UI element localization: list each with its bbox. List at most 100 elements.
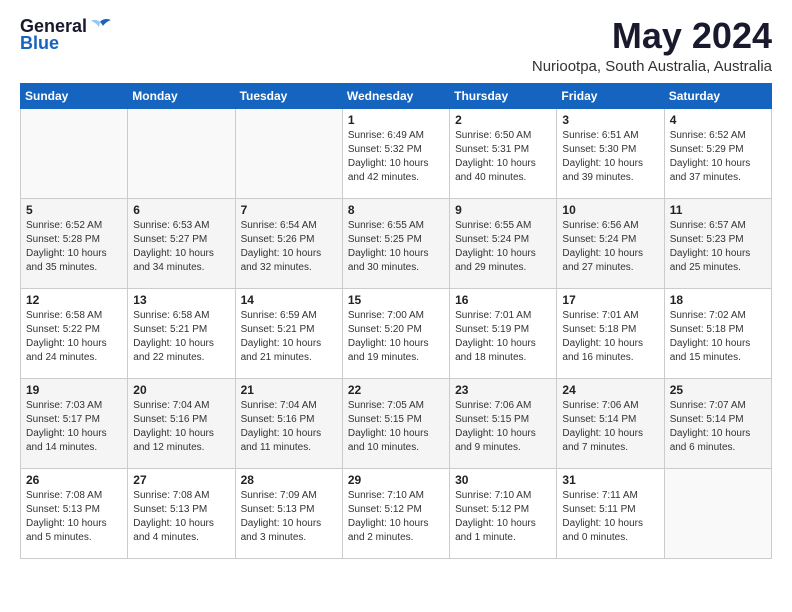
calendar-cell: 9Sunrise: 6:55 AM Sunset: 5:24 PM Daylig… xyxy=(450,198,557,288)
cell-daylight-info: Sunrise: 7:08 AM Sunset: 5:13 PM Dayligh… xyxy=(133,489,229,545)
day-number: 9 xyxy=(455,203,551,217)
calendar-cell: 27 Sunrise: 7:08 AM Sunset: 5:13 PM Dayli… xyxy=(128,468,235,558)
cell-daylight-info: Sunrise: 6:56 AM Sunset: 5:24 PM Dayligh… xyxy=(562,219,658,275)
day-number: 16 xyxy=(455,293,551,307)
day-header-sunday: Sunday xyxy=(21,83,128,108)
calendar-cell xyxy=(21,108,128,198)
cell-daylight-info: Sunrise: 6:50 AM Sunset: 5:31 PM Dayligh… xyxy=(455,129,551,185)
cell-daylight-info: Sunrise: 7:03 AM Sunset: 5:17 PM Dayligh… xyxy=(26,399,122,455)
cell-daylight-info: Sunrise: 7:10 AM Sunset: 5:12 PM Dayligh… xyxy=(455,489,551,545)
calendar-cell: 17 Sunrise: 7:01 AM Sunset: 5:18 PM Dayli… xyxy=(557,288,664,378)
day-number: 4 xyxy=(670,113,766,127)
calendar-cell: 1 Sunrise: 6:49 AM Sunset: 5:32 PM Daylig… xyxy=(342,108,449,198)
calendar-cell: 4 Sunrise: 6:52 AM Sunset: 5:29 PM Daylig… xyxy=(664,108,771,198)
calendar-week-row: 1 Sunrise: 6:49 AM Sunset: 5:32 PM Daylig… xyxy=(21,108,772,198)
day-number: 12 xyxy=(26,293,122,307)
day-number: 28 xyxy=(241,473,337,487)
day-number: 2 xyxy=(455,113,551,127)
day-header-wednesday: Wednesday xyxy=(342,83,449,108)
calendar-cell xyxy=(235,108,342,198)
day-number: 27 xyxy=(133,473,229,487)
cell-daylight-info: Sunrise: 7:00 AM Sunset: 5:20 PM Dayligh… xyxy=(348,309,444,365)
day-number: 13 xyxy=(133,293,229,307)
calendar-cell: 22Sunrise: 7:05 AM Sunset: 5:15 PM Dayli… xyxy=(342,378,449,468)
month-year-title: May 2024 xyxy=(532,16,772,56)
cell-daylight-info: Sunrise: 6:57 AM Sunset: 5:23 PM Dayligh… xyxy=(670,219,766,275)
calendar-cell: 15Sunrise: 7:00 AM Sunset: 5:20 PM Dayli… xyxy=(342,288,449,378)
day-number: 30 xyxy=(455,473,551,487)
calendar-cell: 31 Sunrise: 7:11 AM Sunset: 5:11 PM Dayli… xyxy=(557,468,664,558)
calendar-cell: 29 Sunrise: 7:10 AM Sunset: 5:12 PM Dayli… xyxy=(342,468,449,558)
day-number: 8 xyxy=(348,203,444,217)
cell-daylight-info: Sunrise: 7:11 AM Sunset: 5:11 PM Dayligh… xyxy=(562,489,658,545)
cell-daylight-info: Sunrise: 7:06 AM Sunset: 5:15 PM Dayligh… xyxy=(455,399,551,455)
logo: General Blue xyxy=(20,16,111,54)
calendar-cell: 8 Sunrise: 6:55 AM Sunset: 5:25 PM Daylig… xyxy=(342,198,449,288)
calendar-cell: 30 Sunrise: 7:10 AM Sunset: 5:12 PM Dayli… xyxy=(450,468,557,558)
day-header-tuesday: Tuesday xyxy=(235,83,342,108)
calendar-cell: 26 Sunrise: 7:08 AM Sunset: 5:13 PM Dayli… xyxy=(21,468,128,558)
day-number: 17 xyxy=(562,293,658,307)
calendar-cell: 5 Sunrise: 6:52 AM Sunset: 5:28 PM Daylig… xyxy=(21,198,128,288)
calendar-cell: 24 Sunrise: 7:06 AM Sunset: 5:14 PM Dayli… xyxy=(557,378,664,468)
day-number: 25 xyxy=(670,383,766,397)
cell-daylight-info: Sunrise: 7:04 AM Sunset: 5:16 PM Dayligh… xyxy=(133,399,229,455)
cell-daylight-info: Sunrise: 7:04 AM Sunset: 5:16 PM Dayligh… xyxy=(241,399,337,455)
cell-daylight-info: Sunrise: 7:06 AM Sunset: 5:14 PM Dayligh… xyxy=(562,399,658,455)
day-header-saturday: Saturday xyxy=(664,83,771,108)
calendar-cell: 2 Sunrise: 6:50 AM Sunset: 5:31 PM Daylig… xyxy=(450,108,557,198)
calendar-table: SundayMondayTuesdayWednesdayThursdayFrid… xyxy=(20,83,772,559)
cell-daylight-info: Sunrise: 7:05 AM Sunset: 5:15 PM Dayligh… xyxy=(348,399,444,455)
calendar-cell: 19 Sunrise: 7:03 AM Sunset: 5:17 PM Dayli… xyxy=(21,378,128,468)
cell-daylight-info: Sunrise: 6:52 AM Sunset: 5:28 PM Dayligh… xyxy=(26,219,122,275)
cell-daylight-info: Sunrise: 6:59 AM Sunset: 5:21 PM Dayligh… xyxy=(241,309,337,365)
day-number: 18 xyxy=(670,293,766,307)
day-number: 19 xyxy=(26,383,122,397)
calendar-cell: 14Sunrise: 6:59 AM Sunset: 5:21 PM Dayli… xyxy=(235,288,342,378)
calendar-week-row: 19 Sunrise: 7:03 AM Sunset: 5:17 PM Dayli… xyxy=(21,378,772,468)
day-number: 10 xyxy=(562,203,658,217)
calendar-week-row: 12 Sunrise: 6:58 AM Sunset: 5:22 PM Dayli… xyxy=(21,288,772,378)
calendar-week-row: 26 Sunrise: 7:08 AM Sunset: 5:13 PM Dayli… xyxy=(21,468,772,558)
day-header-friday: Friday xyxy=(557,83,664,108)
day-number: 1 xyxy=(348,113,444,127)
cell-daylight-info: Sunrise: 7:01 AM Sunset: 5:18 PM Dayligh… xyxy=(562,309,658,365)
day-number: 31 xyxy=(562,473,658,487)
cell-daylight-info: Sunrise: 7:10 AM Sunset: 5:12 PM Dayligh… xyxy=(348,489,444,545)
cell-daylight-info: Sunrise: 7:02 AM Sunset: 5:18 PM Dayligh… xyxy=(670,309,766,365)
day-number: 23 xyxy=(455,383,551,397)
title-block: May 2024 Nuriootpa, South Australia, Aus… xyxy=(532,16,772,75)
calendar-cell: 25 Sunrise: 7:07 AM Sunset: 5:14 PM Dayli… xyxy=(664,378,771,468)
location-subtitle: Nuriootpa, South Australia, Australia xyxy=(532,58,772,75)
day-number: 5 xyxy=(26,203,122,217)
day-header-monday: Monday xyxy=(128,83,235,108)
day-number: 11 xyxy=(670,203,766,217)
day-number: 21 xyxy=(241,383,337,397)
day-number: 26 xyxy=(26,473,122,487)
calendar-cell: 6Sunrise: 6:53 AM Sunset: 5:27 PM Daylig… xyxy=(128,198,235,288)
cell-daylight-info: Sunrise: 6:55 AM Sunset: 5:25 PM Dayligh… xyxy=(348,219,444,275)
day-header-thursday: Thursday xyxy=(450,83,557,108)
calendar-cell: 28 Sunrise: 7:09 AM Sunset: 5:13 PM Dayli… xyxy=(235,468,342,558)
calendar-cell xyxy=(664,468,771,558)
cell-daylight-info: Sunrise: 6:49 AM Sunset: 5:32 PM Dayligh… xyxy=(348,129,444,185)
cell-daylight-info: Sunrise: 6:51 AM Sunset: 5:30 PM Dayligh… xyxy=(562,129,658,185)
cell-daylight-info: Sunrise: 6:52 AM Sunset: 5:29 PM Dayligh… xyxy=(670,129,766,185)
cell-daylight-info: Sunrise: 6:54 AM Sunset: 5:26 PM Dayligh… xyxy=(241,219,337,275)
calendar-cell: 12 Sunrise: 6:58 AM Sunset: 5:22 PM Dayli… xyxy=(21,288,128,378)
day-number: 3 xyxy=(562,113,658,127)
cell-daylight-info: Sunrise: 7:07 AM Sunset: 5:14 PM Dayligh… xyxy=(670,399,766,455)
calendar-cell: 3 Sunrise: 6:51 AM Sunset: 5:30 PM Daylig… xyxy=(557,108,664,198)
calendar-cell: 10 Sunrise: 6:56 AM Sunset: 5:24 PM Dayli… xyxy=(557,198,664,288)
day-number: 29 xyxy=(348,473,444,487)
calendar-cell: 21 Sunrise: 7:04 AM Sunset: 5:16 PM Dayli… xyxy=(235,378,342,468)
calendar-header-row: SundayMondayTuesdayWednesdayThursdayFrid… xyxy=(21,83,772,108)
cell-daylight-info: Sunrise: 6:58 AM Sunset: 5:22 PM Dayligh… xyxy=(26,309,122,365)
cell-daylight-info: Sunrise: 7:08 AM Sunset: 5:13 PM Dayligh… xyxy=(26,489,122,545)
calendar-cell: 20Sunrise: 7:04 AM Sunset: 5:16 PM Dayli… xyxy=(128,378,235,468)
calendar-week-row: 5 Sunrise: 6:52 AM Sunset: 5:28 PM Daylig… xyxy=(21,198,772,288)
cell-daylight-info: Sunrise: 7:09 AM Sunset: 5:13 PM Dayligh… xyxy=(241,489,337,545)
day-number: 24 xyxy=(562,383,658,397)
calendar-cell: 7Sunrise: 6:54 AM Sunset: 5:26 PM Daylig… xyxy=(235,198,342,288)
calendar-cell: 11 Sunrise: 6:57 AM Sunset: 5:23 PM Dayli… xyxy=(664,198,771,288)
